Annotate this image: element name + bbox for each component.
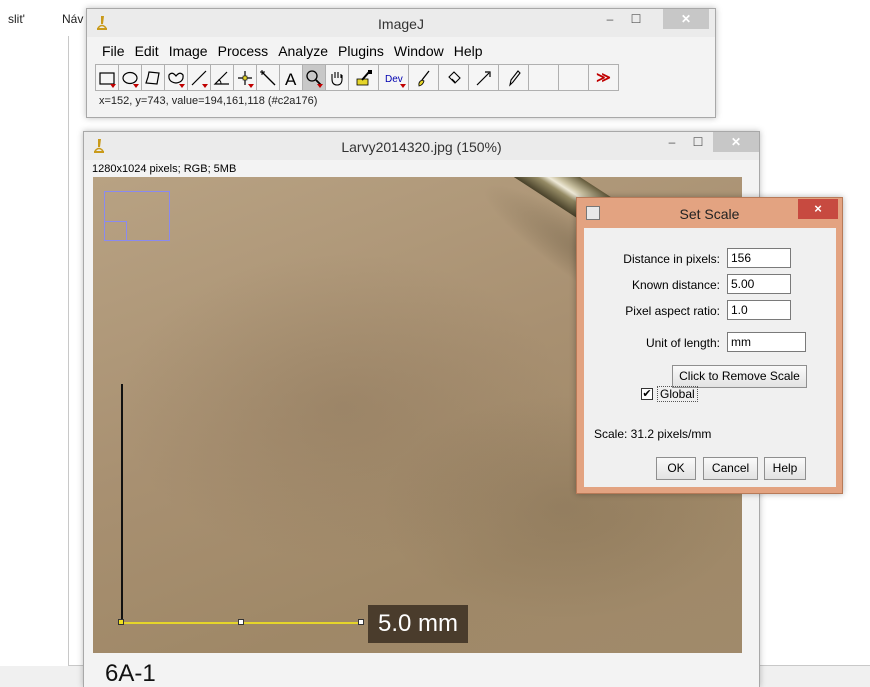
empty-tool-slot[interactable] bbox=[558, 64, 589, 91]
menu-analyze[interactable]: Analyze bbox=[273, 42, 333, 60]
more-tools-button[interactable]: ≫ bbox=[588, 64, 619, 91]
image-info-line: 1280x1024 pixels; RGB; 5MB bbox=[92, 163, 237, 175]
maximize-button[interactable]: ☐ bbox=[685, 132, 711, 152]
dropper-icon bbox=[356, 69, 372, 85]
flood-fill-icon bbox=[447, 70, 461, 84]
line-handle-start[interactable] bbox=[118, 619, 124, 625]
line-tool[interactable] bbox=[187, 64, 211, 91]
text-tool[interactable]: A bbox=[279, 64, 303, 91]
brush-icon bbox=[417, 70, 430, 86]
image-window-titlebar[interactable]: Larvy2014320.jpg (150%) – ☐ ✕ bbox=[84, 132, 759, 160]
imagej-toolbar: A Dev ≫ bbox=[95, 64, 619, 91]
line-handle-middle[interactable] bbox=[238, 619, 244, 625]
angle-icon bbox=[213, 71, 229, 85]
point-tool[interactable] bbox=[233, 64, 257, 91]
hand-icon bbox=[331, 71, 343, 86]
scale-readout: Scale: 31.2 pixels/mm bbox=[594, 427, 712, 441]
rectangle-tool[interactable] bbox=[95, 64, 119, 91]
menu-window[interactable]: Window bbox=[389, 42, 449, 60]
unit-input[interactable] bbox=[727, 332, 806, 352]
angle-tool[interactable] bbox=[210, 64, 234, 91]
close-button[interactable]: ✕ bbox=[713, 132, 759, 152]
svg-text:Dev: Dev bbox=[385, 74, 403, 85]
dialog-titlebar[interactable]: Set Scale × bbox=[577, 198, 842, 228]
minimize-button[interactable]: – bbox=[597, 9, 623, 29]
dialog-body: Distance in pixels: Known distance: Pixe… bbox=[584, 228, 836, 487]
line-handle-end[interactable] bbox=[358, 619, 364, 625]
arrow-icon bbox=[476, 70, 491, 85]
polygon-icon bbox=[145, 70, 160, 85]
navigator-overview bbox=[104, 191, 170, 241]
image-bottom-area: 6A-1 bbox=[93, 653, 742, 687]
more-tools-icon: ≫ bbox=[596, 69, 611, 85]
imagej-titlebar[interactable]: ImageJ – ☐ ✕ bbox=[87, 9, 715, 37]
distance-label: Distance in pixels: bbox=[623, 252, 720, 266]
imagej-menubar: File Edit Image Process Analyze Plugins … bbox=[97, 42, 488, 60]
menu-help[interactable]: Help bbox=[449, 42, 488, 60]
image-window-title: Larvy2014320.jpg (150%) bbox=[341, 139, 502, 155]
known-distance-label: Known distance: bbox=[631, 278, 720, 292]
scale-bar-label: 5.0 mm bbox=[368, 605, 469, 643]
menu-process[interactable]: Process bbox=[213, 42, 274, 60]
wand-icon bbox=[260, 69, 276, 85]
flood-fill-tool[interactable] bbox=[438, 64, 469, 91]
unit-label: Unit of length: bbox=[645, 336, 720, 350]
aspect-ratio-label: Pixel aspect ratio: bbox=[625, 304, 720, 318]
dropper-tool[interactable] bbox=[348, 64, 379, 91]
background-menu-item[interactable]: slit' bbox=[8, 12, 25, 26]
sample-label: 6A-1 bbox=[105, 660, 156, 687]
menu-plugins[interactable]: Plugins bbox=[333, 42, 389, 60]
vertical-reference-line bbox=[121, 384, 123, 624]
status-bar: x=152, y=743, value=194,161,118 (#c2a176… bbox=[99, 95, 318, 107]
dev-tool[interactable]: Dev bbox=[378, 64, 409, 91]
menu-image[interactable]: Image bbox=[164, 42, 213, 60]
hand-tool[interactable] bbox=[325, 64, 349, 91]
menu-file[interactable]: File bbox=[97, 42, 130, 60]
help-button[interactable]: Help bbox=[764, 457, 806, 480]
pencil-tool[interactable] bbox=[498, 64, 529, 91]
set-scale-dialog: Set Scale × Distance in pixels: Known di… bbox=[576, 197, 843, 494]
freehand-tool[interactable] bbox=[164, 64, 188, 91]
background-menu-item[interactable]: Náv bbox=[62, 12, 83, 26]
known-distance-input[interactable] bbox=[727, 274, 791, 294]
magnifier-tool[interactable] bbox=[302, 64, 326, 91]
maximize-button[interactable]: ☐ bbox=[623, 9, 649, 29]
dialog-close-button[interactable]: × bbox=[798, 199, 838, 219]
polygon-tool[interactable] bbox=[141, 64, 165, 91]
global-checkbox[interactable]: ✔ bbox=[641, 388, 653, 400]
empty-tool-slot[interactable] bbox=[528, 64, 559, 91]
brush-tool[interactable] bbox=[408, 64, 439, 91]
close-button[interactable]: ✕ bbox=[663, 9, 709, 29]
oval-tool[interactable] bbox=[118, 64, 142, 91]
pencil-icon bbox=[508, 69, 521, 87]
text-icon: A bbox=[285, 70, 297, 88]
remove-scale-button[interactable]: Click to Remove Scale bbox=[672, 365, 807, 388]
imagej-main-window: ImageJ – ☐ ✕ File Edit Image Process Ana… bbox=[86, 8, 716, 118]
minimize-button[interactable]: – bbox=[659, 132, 685, 152]
global-label[interactable]: Global bbox=[657, 386, 698, 402]
arrow-tool[interactable] bbox=[468, 64, 499, 91]
cancel-button[interactable]: Cancel bbox=[703, 457, 758, 480]
aspect-ratio-input[interactable] bbox=[727, 300, 791, 320]
svg-text:A: A bbox=[285, 70, 297, 88]
distance-input[interactable] bbox=[727, 248, 791, 268]
navigator-viewport bbox=[105, 221, 127, 241]
wand-tool[interactable] bbox=[256, 64, 280, 91]
ok-button[interactable]: OK bbox=[656, 457, 696, 480]
menu-edit[interactable]: Edit bbox=[130, 42, 164, 60]
